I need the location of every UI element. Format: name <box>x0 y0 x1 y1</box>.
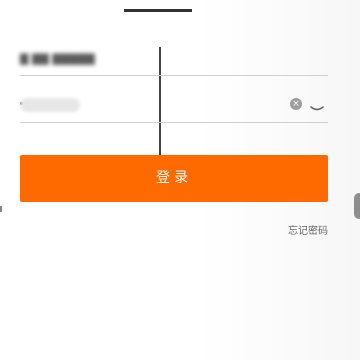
password-value <box>20 98 80 112</box>
account-field[interactable]: ▇ ▇▇ ▇▇▇▇▇ <box>20 45 328 76</box>
login-tab-bar <box>0 0 360 14</box>
login-button[interactable]: 登录 <box>20 155 328 202</box>
clear-icon[interactable]: × <box>290 98 302 110</box>
forgot-password-link[interactable]: 忘记密码 <box>288 225 328 239</box>
login-screen: ▇ ▇▇ ▇▇▇▇▇ × 登录 忘记密码 <box>0 0 360 360</box>
side-scroll-handle[interactable] <box>354 193 360 219</box>
tab-left[interactable] <box>20 0 66 10</box>
password-field[interactable]: × <box>20 92 328 123</box>
eye-icon[interactable] <box>310 98 324 111</box>
tab-active-indicator <box>124 9 192 12</box>
left-edge-marker <box>0 206 2 212</box>
account-value: ▇ ▇▇ ▇▇▇▇▇ <box>20 52 95 65</box>
